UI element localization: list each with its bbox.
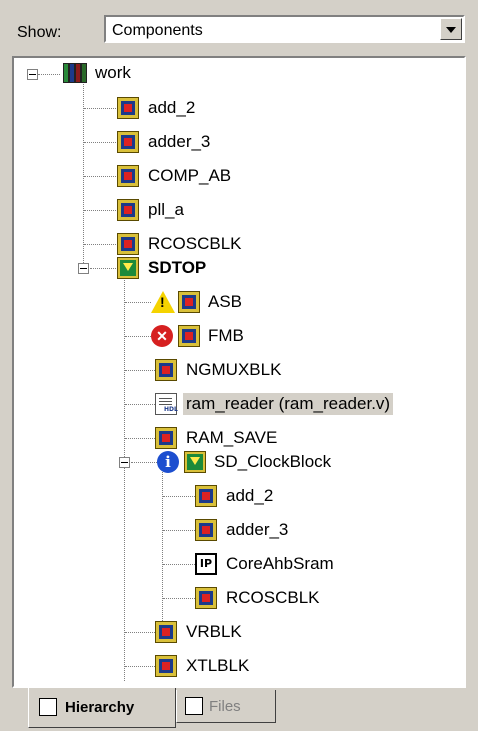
ip-core-icon: IP: [195, 553, 217, 575]
hierarchy-icon: [39, 698, 57, 716]
tree-item-label: SD_ClockBlock: [214, 452, 332, 471]
tree-item-label: pll_a: [148, 200, 184, 219]
show-label: Show:: [17, 24, 62, 41]
tree-item-label: RCOSCBLK: [226, 588, 320, 607]
tree-item-label: RCOSCBLK: [148, 234, 242, 253]
tree-item-label: adder_3: [226, 520, 289, 539]
tree-item-label: VRBLK: [186, 622, 242, 641]
tree-item-label: add_2: [148, 98, 196, 117]
tree-item-label: SDTOP: [148, 258, 207, 277]
chevron-down-icon[interactable]: [440, 18, 462, 40]
tree-item-label: ram_reader (ram_reader.v): [183, 393, 394, 415]
error-icon: ✕: [151, 325, 173, 347]
component-icon: [117, 131, 139, 153]
tree-item-label: add_2: [226, 486, 274, 505]
component-icon: [117, 233, 139, 255]
tree-item-label: adder_3: [148, 132, 211, 151]
component-icon: [155, 621, 177, 643]
component-icon: [117, 165, 139, 187]
collapse-sd-clockblock-toggle[interactable]: [119, 457, 130, 468]
component-icon: [155, 655, 177, 677]
tab-files[interactable]: Files: [176, 690, 276, 723]
top-level-component-icon: [184, 451, 206, 473]
component-icon: [195, 485, 217, 507]
component-icon: [155, 427, 177, 449]
bottom-tab-bar: Hierarchy Files: [0, 688, 478, 731]
component-icon: [195, 587, 217, 609]
tab-label: Files: [209, 698, 241, 715]
component-icon: [178, 325, 200, 347]
component-icon: [155, 359, 177, 381]
tree-item-label: CoreAhbSram: [226, 554, 334, 573]
tree-item-label: ASB: [208, 292, 243, 311]
info-icon: i: [157, 451, 179, 473]
warning-icon: [151, 291, 175, 313]
component-icon: [178, 291, 200, 313]
tab-label: Hierarchy: [65, 699, 135, 716]
files-icon: [185, 697, 203, 715]
component-icon: [117, 97, 139, 119]
hierarchy-tree[interactable]: work add_2 adder_3 COMP_AB pll_a RCOSCBL…: [12, 56, 466, 688]
tree-item-label: FMB: [208, 326, 244, 345]
tree-item-label: XTLBLK: [186, 656, 250, 675]
library-books-icon: [62, 61, 88, 85]
tree-item-label: RAM_SAVE: [186, 428, 278, 447]
tab-hierarchy[interactable]: Hierarchy: [28, 688, 176, 728]
top-level-component-icon: [117, 257, 139, 279]
component-icon: [117, 199, 139, 221]
show-dropdown[interactable]: Components: [104, 15, 465, 43]
tree-item-label: work: [95, 63, 131, 82]
tree-item-label: COMP_AB: [148, 166, 232, 185]
collapse-work-toggle[interactable]: [27, 69, 38, 80]
component-icon: [195, 519, 217, 541]
hdl-file-icon: [155, 393, 178, 415]
tree-item-label: NGMUXBLK: [186, 360, 282, 379]
collapse-sdtop-toggle[interactable]: [78, 263, 89, 274]
show-dropdown-value: Components: [112, 22, 203, 39]
